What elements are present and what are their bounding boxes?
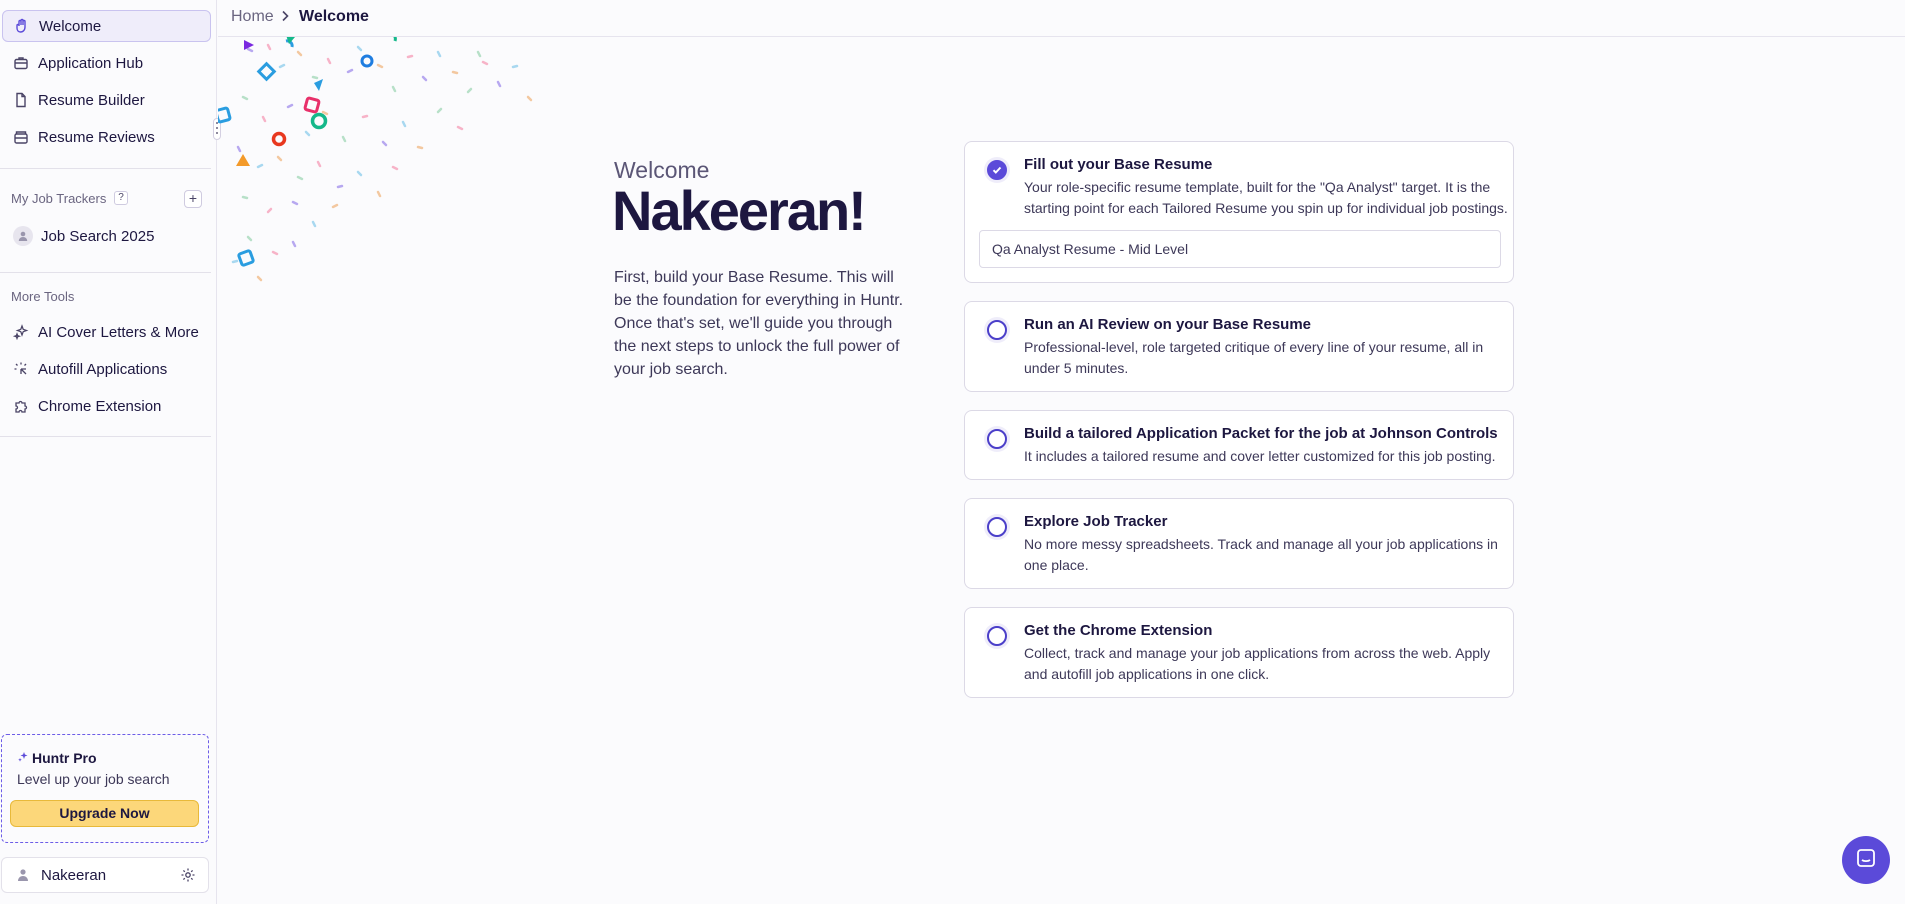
tracker-label: Job Search 2025	[41, 227, 155, 245]
task-title: Run an AI Review on your Base Resume	[1024, 316, 1312, 333]
top-bar: Home Welcome	[218, 0, 1905, 37]
base-resume-select[interactable]: Qa Analyst Resume - Mid Level	[979, 230, 1501, 268]
hand-icon	[12, 16, 32, 36]
user-greeting-name: Nakeeran!	[612, 179, 867, 242]
gear-icon[interactable]	[180, 867, 196, 883]
pro-title-text: Huntr Pro	[32, 750, 97, 766]
add-tracker-button[interactable]: +	[184, 190, 202, 208]
user-name: Nakeeran	[41, 866, 107, 884]
help-badge[interactable]: ?	[114, 191, 128, 205]
sidebar-item-label: Welcome	[39, 17, 102, 35]
task-title: Build a tailored Application Packet for …	[1024, 425, 1498, 442]
document-icon	[11, 90, 31, 110]
task-title: Fill out your Base Resume	[1024, 156, 1213, 173]
breadcrumb-current: Welcome	[299, 8, 369, 25]
divider	[0, 168, 211, 169]
task-description: It includes a tailored resume and cover …	[1024, 448, 1496, 464]
inbox-icon	[11, 127, 31, 147]
sidebar-item-welcome[interactable]: Welcome	[2, 10, 211, 42]
pro-subtitle: Level up your job search	[17, 771, 170, 787]
task-checkbox[interactable]	[984, 317, 1010, 343]
chat-icon	[1855, 847, 1877, 874]
sidebar-item-label: AI Cover Letters & More	[38, 323, 199, 341]
pro-title: Huntr Pro	[17, 750, 97, 766]
sidebar-item-label: Application Hub	[38, 54, 144, 72]
user-avatar-icon	[13, 865, 33, 885]
task-description: Collect, track and manage your job appli…	[1024, 645, 1491, 682]
task-checkbox-done[interactable]	[984, 157, 1010, 183]
sidebar-item-resume-reviews[interactable]: Resume Reviews	[2, 121, 211, 153]
check-icon	[992, 166, 1002, 174]
sidebar-item-chrome-extension[interactable]: Chrome Extension	[2, 390, 211, 422]
puzzle-icon	[11, 396, 31, 416]
confetti-decoration	[218, 37, 533, 282]
task-card-base-resume[interactable]: Fill out your Base Resume Your role-spec…	[964, 141, 1514, 283]
autofill-icon	[11, 359, 31, 379]
sparkle-icon	[17, 750, 29, 766]
huntr-pro-card: Huntr Pro Level up your job search Upgra…	[1, 734, 209, 843]
sidebar-item-resume-builder[interactable]: Resume Builder	[2, 84, 211, 116]
task-title: Get the Chrome Extension	[1024, 622, 1213, 639]
sidebar-item-label: Resume Builder	[38, 91, 145, 109]
task-card-chrome-extension[interactable]: Get the Chrome Extension Collect, track …	[964, 607, 1514, 698]
task-card-application-packet[interactable]: Build a tailored Application Packet for …	[964, 410, 1514, 480]
user-menu[interactable]: Nakeeran	[1, 857, 209, 893]
more-tools-heading: More Tools	[11, 289, 75, 304]
job-trackers-heading: My Job Trackers	[11, 191, 107, 206]
sidebar-item-autofill[interactable]: Autofill Applications	[2, 353, 211, 385]
task-checkbox[interactable]	[984, 623, 1010, 649]
upgrade-now-button[interactable]: Upgrade Now	[10, 800, 199, 827]
divider	[0, 272, 211, 273]
welcome-description: First, build your Base Resume. This will…	[614, 269, 904, 378]
sidebar-item-ai-cover-letters[interactable]: AI Cover Letters & More	[2, 316, 211, 348]
sidebar-item-label: Autofill Applications	[38, 360, 168, 378]
breadcrumb-home[interactable]: Home	[231, 8, 274, 26]
divider	[0, 436, 211, 437]
task-checkbox[interactable]	[984, 426, 1010, 452]
task-title: Explore Job Tracker	[1024, 513, 1168, 530]
sidebar-item-application-hub[interactable]: Application Hub	[2, 47, 211, 79]
tracker-item-job-search-2025[interactable]: Job Search 2025	[2, 220, 211, 252]
task-description: Your role-specific resume template, buil…	[1024, 179, 1508, 216]
sparkles-icon	[11, 322, 31, 342]
tracker-avatar	[13, 226, 33, 246]
briefcase-icon	[11, 53, 31, 73]
sidebar-item-label: Resume Reviews	[38, 128, 155, 146]
sidebar: Welcome Application Hub Resume Builder R…	[0, 0, 217, 904]
chat-launcher-button[interactable]	[1842, 836, 1890, 884]
task-checkbox[interactable]	[984, 514, 1010, 540]
task-description: Professional-level, role targeted critiq…	[1024, 339, 1484, 376]
task-card-ai-review[interactable]: Run an AI Review on your Base Resume Pro…	[964, 301, 1514, 392]
task-description: No more messy spreadsheets. Track and ma…	[1024, 536, 1498, 573]
sidebar-item-label: Chrome Extension	[38, 397, 162, 415]
chevron-right-icon	[278, 9, 292, 23]
task-card-job-tracker[interactable]: Explore Job Tracker No more messy spread…	[964, 498, 1514, 589]
